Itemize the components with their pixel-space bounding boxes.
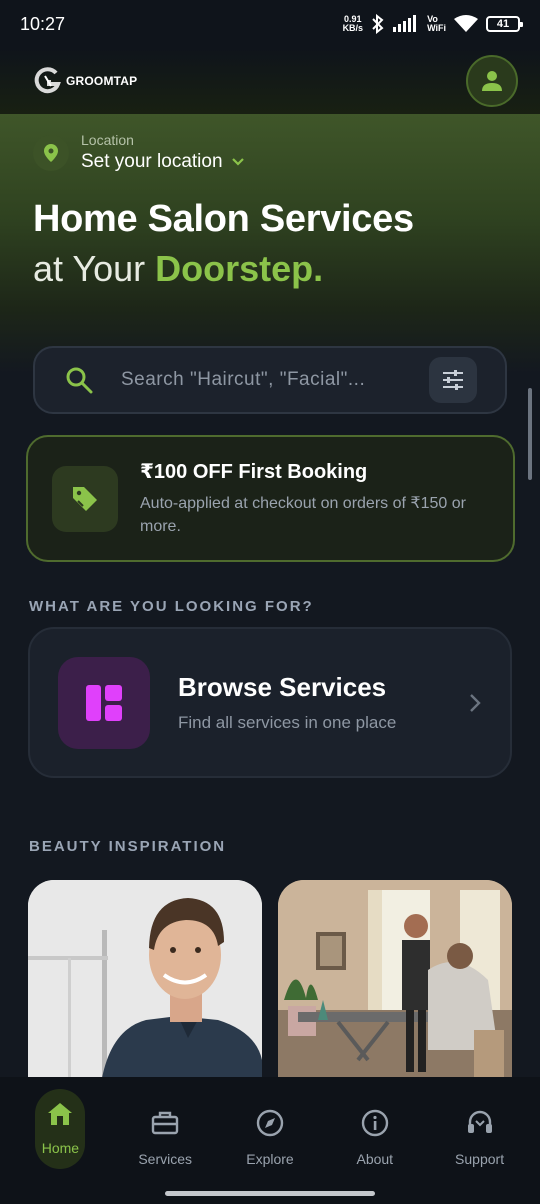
status-bar: 10:27 0.91 KB/s Vo WiFi 41 <box>0 0 540 48</box>
browse-body: Browse Services Find all services in one… <box>178 672 468 733</box>
nav-explore[interactable]: Explore <box>220 1089 320 1204</box>
wifi-icon <box>454 15 478 32</box>
headset-icon <box>467 1110 492 1133</box>
location-label: Location <box>81 132 134 148</box>
location-value-row: Set your location <box>81 151 245 173</box>
status-icons: 0.91 KB/s Vo WiFi 41 <box>343 14 523 34</box>
signal-icon <box>393 15 417 32</box>
nav-home-pill: Home <box>35 1089 86 1169</box>
barber-portrait-image <box>28 880 262 1090</box>
compass-icon <box>256 1109 284 1137</box>
location-text: Location Set your location <box>81 132 245 173</box>
person-icon <box>482 71 502 91</box>
sliders-icon <box>443 370 463 390</box>
browse-services-card[interactable]: Browse Services Find all services in one… <box>28 627 512 778</box>
nav-about-label: About <box>356 1151 394 1167</box>
toolbox-icon <box>151 1111 179 1135</box>
groomtap-logo-icon <box>34 67 61 94</box>
location-value: Set your location <box>81 151 223 172</box>
info-icon <box>361 1109 388 1137</box>
chevron-down-icon <box>231 158 244 166</box>
nav-home-label: Home <box>41 1140 80 1156</box>
tag-icon <box>52 465 118 532</box>
hero-subtitle-prefix: at Your <box>33 248 156 289</box>
nav-services[interactable]: Services <box>115 1089 215 1204</box>
hero-title: Home Salon Services <box>33 198 414 240</box>
bottom-navigation: Home Services Explore About Support <box>0 1077 540 1204</box>
scrollbar[interactable] <box>528 388 532 480</box>
search-icon <box>66 367 93 394</box>
search-input[interactable]: Search "Haircut", "Facial"... <box>121 369 429 391</box>
vowifi-bottom: WiFi <box>427 23 446 33</box>
nav-explore-label: Explore <box>246 1151 294 1167</box>
nav-about[interactable]: About <box>325 1089 425 1204</box>
network-speed-unit: KB/s <box>342 23 364 33</box>
nav-services-label: Services <box>138 1151 193 1167</box>
offer-card[interactable]: ₹100 OFF First Booking Auto-applied at c… <box>26 435 515 562</box>
hero-subtitle: at Your Doorstep. <box>33 248 323 290</box>
logo-text: GROOMTAP <box>66 74 138 88</box>
hero-subtitle-accent: Doorstep. <box>155 248 324 289</box>
home-indicator[interactable] <box>165 1191 375 1196</box>
logo: GROOMTAP <box>34 66 137 96</box>
section-label-inspiration: BEAUTY INSPIRATION <box>29 838 227 855</box>
dashboard-icon <box>58 656 150 749</box>
battery-icon: 41 <box>486 16 523 32</box>
inspiration-card-barber-portrait[interactable] <box>28 880 262 1090</box>
nav-support-label: Support <box>455 1151 505 1167</box>
bluetooth-icon <box>372 14 384 34</box>
nav-home[interactable]: Home <box>10 1089 110 1204</box>
section-label-looking-for: WHAT ARE YOU LOOKING FOR? <box>29 598 314 615</box>
offer-title: ₹100 OFF First Booking <box>140 461 368 483</box>
inspiration-card-salon-scene[interactable] <box>278 880 512 1090</box>
offer-body: ₹100 OFF First Booking Auto-applied at c… <box>140 459 489 538</box>
vowifi-indicator: Vo WiFi <box>427 15 446 33</box>
location-pin-icon <box>33 134 69 171</box>
browse-title: Browse Services <box>178 672 387 702</box>
browse-subtitle: Find all services in one place <box>178 713 397 732</box>
status-time: 10:27 <box>20 13 66 34</box>
app-header: GROOMTAP <box>0 48 540 114</box>
nav-support[interactable]: Support <box>430 1089 530 1204</box>
home-icon <box>48 1103 73 1125</box>
hero-section: Location Set your location Home Salon Se… <box>0 114 540 374</box>
salon-scene-image <box>278 880 512 1090</box>
network-speed: 0.91 KB/s <box>343 15 364 33</box>
profile-button[interactable] <box>466 55 518 107</box>
offer-description: Auto-applied at checkout on orders of ₹1… <box>140 495 466 535</box>
filter-button[interactable] <box>429 357 477 403</box>
location-selector[interactable]: Location Set your location <box>33 132 245 173</box>
search-bar[interactable]: Search "Haircut", "Facial"... <box>33 346 507 414</box>
chevron-right-icon <box>470 693 481 712</box>
